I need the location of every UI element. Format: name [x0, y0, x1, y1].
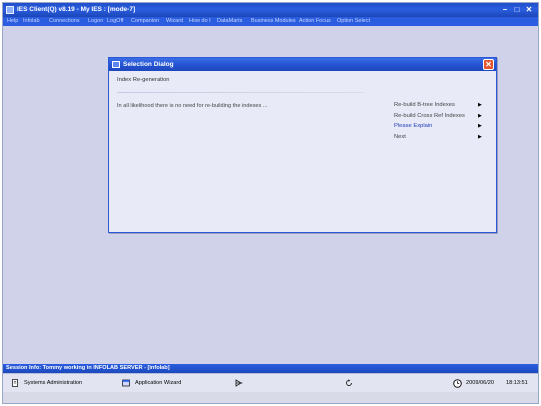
option-next[interactable]: Next ▶ [394, 134, 484, 142]
status-time: 18:13:51 [506, 380, 528, 386]
menu-how-do-i[interactable]: How do I [189, 18, 211, 24]
session-info-bar: Session Info: Tommy working in INFOLAB S… [3, 364, 538, 373]
refresh-button[interactable] [345, 378, 355, 389]
dialog-message: In all likelihood there is no need for r… [117, 103, 268, 109]
session-info: Session Info: Tommy working in INFOLAB S… [6, 365, 170, 371]
menu-business-modules[interactable]: Business Modules [251, 18, 296, 24]
window-title: IES Client(Q) v8.19 - My IES : [mode-7] [17, 6, 136, 13]
systems-admin-label: Systems Administration [24, 380, 83, 386]
menu-logoff[interactable]: LogOff [107, 18, 123, 24]
close-button[interactable]: ✕ [524, 5, 534, 15]
option-rebuild-btree[interactable]: Re-build B-tree Indexes ▶ [394, 102, 484, 110]
maximize-button[interactable]: □ [512, 5, 522, 15]
dialog-close-button[interactable]: ✕ [483, 59, 494, 70]
menu-logon[interactable]: Logon [88, 18, 103, 24]
bottom-strip [3, 392, 538, 403]
refresh-icon [346, 379, 352, 386]
app-icon [6, 6, 14, 14]
app-window: IES Client(Q) v8.19 - My IES : [mode-7] … [2, 2, 539, 404]
menu-action-focus[interactable]: Action Focus [299, 18, 331, 24]
systems-admin-icon [12, 379, 18, 387]
option-please-explain[interactable]: Please Explain ▶ [394, 123, 484, 131]
app-wizard-label: Application Wizard [135, 380, 182, 386]
menu-help[interactable]: Help [7, 18, 18, 24]
status-date: 2009/06/20 [466, 380, 494, 386]
taskbar: Systems Administration Application Wizar… [3, 373, 538, 392]
arrow-right-icon: ▶ [478, 102, 482, 108]
option-label: Re-build B-tree Indexes [394, 102, 455, 108]
divider [117, 92, 363, 93]
dialog-titlebar[interactable]: Selection Dialog ✕ [109, 58, 496, 71]
option-label: Next [394, 134, 406, 140]
arrow-right-icon: ▶ [478, 123, 482, 129]
option-label: Re-build Cross Ref Indexes [394, 113, 465, 119]
window-titlebar[interactable]: IES Client(Q) v8.19 - My IES : [mode-7] … [3, 3, 538, 17]
menu-datamarts[interactable]: DataMarts [217, 18, 242, 24]
dialog-window-icon [112, 61, 120, 68]
option-rebuild-crossref[interactable]: Re-build Cross Ref Indexes ▶ [394, 113, 484, 121]
dialog-subtitle: Index Re-generation [117, 77, 170, 83]
minimize-button[interactable]: – [500, 5, 510, 15]
menu-companion[interactable]: Companion [131, 18, 159, 24]
menu-option-select[interactable]: Option Select [337, 18, 370, 24]
application-wizard-button[interactable]: Application Wizard [122, 378, 202, 389]
forward-arrow-icon [235, 379, 243, 387]
option-label: Please Explain [394, 123, 433, 129]
arrow-right-icon: ▶ [478, 113, 482, 119]
app-wizard-icon [122, 379, 130, 387]
menu-connections[interactable]: Connections [49, 18, 80, 24]
menu-infolab[interactable]: Infolab [23, 18, 40, 24]
systems-administration-button[interactable]: Systems Administration [11, 378, 101, 389]
arrow-right-icon: ▶ [478, 134, 482, 140]
forward-button[interactable] [235, 378, 245, 389]
dialog-title: Selection Dialog [123, 61, 174, 68]
menu-bar: Help Infolab Connections Logon LogOff Co… [3, 17, 538, 26]
clock-icon [453, 379, 462, 388]
selection-dialog: Selection Dialog ✕ Index Re-generation I… [108, 57, 497, 233]
menu-wizard[interactable]: Wizard [166, 18, 183, 24]
